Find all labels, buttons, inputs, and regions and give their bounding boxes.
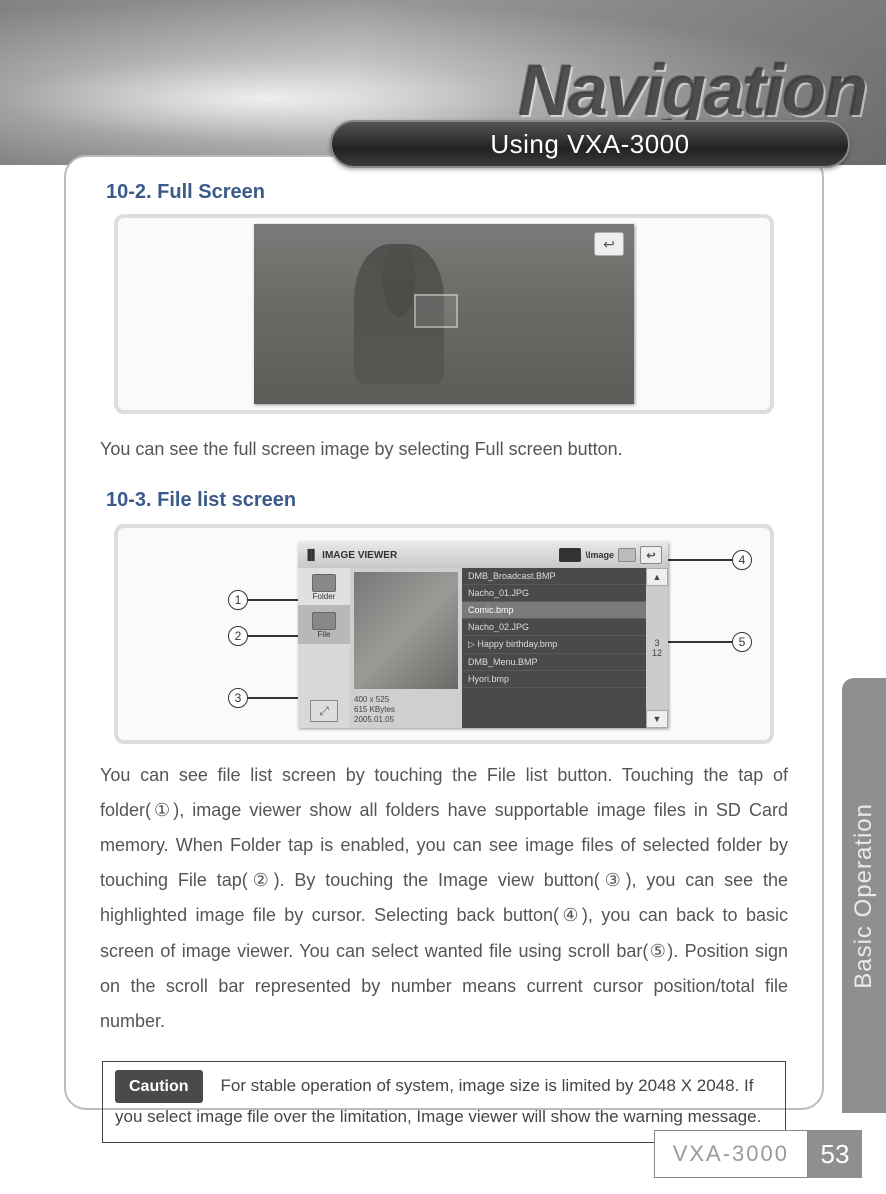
preview-image [354, 572, 458, 689]
section-heading-filelist: 10-3. File list screen [106, 489, 794, 512]
viewer-title: IMAGE VIEWER [322, 550, 397, 561]
callout-3-num: 3 [228, 688, 248, 708]
file-items: DMB_Broadcast.BMP Nacho_01.JPG Comic.bmp… [462, 568, 646, 728]
footer: VXA-3000 53 [0, 1130, 886, 1178]
scroll-track: 3 12 [646, 586, 668, 710]
fullscreen-screenshot: ↩ [254, 224, 634, 404]
list-item: ▷ Happy birthday.bmp [462, 636, 646, 654]
callout-5: 5 [666, 632, 752, 652]
scroll-total: 12 [652, 648, 662, 658]
viewer-flag-icon: ▐▌ [304, 550, 318, 561]
callout-4: 4 [666, 550, 752, 570]
back-button-icon: ↩ [640, 546, 662, 564]
list-item: Nacho_02.JPG [462, 619, 646, 636]
back-icon: ↩ [594, 232, 624, 256]
list-item: Nacho_01.JPG [462, 585, 646, 602]
file-tab-label: File [318, 630, 331, 639]
side-tabs: Folder File ⤢ [298, 568, 350, 728]
footer-model: VXA-3000 [654, 1130, 808, 1178]
fullscreen-button: ⤢ [298, 694, 350, 728]
scroll-pos: 3 [654, 638, 659, 648]
path-label: \Image [585, 550, 614, 560]
sd-icon [559, 548, 581, 562]
callout-4-num: 4 [732, 550, 752, 570]
folder-tab-label: Folder [313, 592, 336, 601]
list-item: Comic.bmp [462, 602, 646, 619]
folder-tab: Folder [298, 568, 350, 606]
scrollbar: ▲ 3 12 ▼ [646, 568, 668, 728]
file-list: DMB_Broadcast.BMP Nacho_01.JPG Comic.bmp… [462, 568, 668, 728]
callout-line [666, 641, 732, 643]
meta-size: 615 KBytes [354, 705, 458, 715]
figure-filelist: 1 2 3 4 5 ▐▌ IMAGE VIEWER \Image [114, 524, 774, 744]
preview-meta: 400 x 525 615 KBytes 2005.01.05 [350, 693, 462, 728]
preview-pane: 400 x 525 615 KBytes 2005.01.05 [350, 568, 462, 728]
content-panel: 10-2. Full Screen ↩ You can see the full… [64, 155, 824, 1110]
callout-1-num: 1 [228, 590, 248, 610]
folder-icon [312, 574, 336, 592]
sound-icon [618, 548, 636, 562]
callout-2-num: 2 [228, 626, 248, 646]
list-item: DMB_Menu.BMP [462, 654, 646, 671]
chapter-pill: Using VXA-3000 [330, 120, 850, 168]
file-icon [312, 612, 336, 630]
scroll-up-icon: ▲ [646, 568, 668, 586]
expand-icon: ⤢ [310, 700, 338, 722]
list-item: DMB_Broadcast.BMP [462, 568, 646, 585]
caution-label: Caution [115, 1070, 203, 1103]
fullscreen-description: You can see the full screen image by sel… [100, 432, 788, 467]
side-tab: Basic Operation [842, 678, 886, 1113]
figure-fullscreen: ↩ [114, 214, 774, 414]
meta-date: 2005.01.05 [354, 715, 458, 725]
viewer-titlebar: ▐▌ IMAGE VIEWER \Image ↩ [298, 542, 668, 568]
filelist-screenshot: ▐▌ IMAGE VIEWER \Image ↩ Folder File [298, 542, 668, 728]
callout-5-num: 5 [732, 632, 752, 652]
caution-text: For stable operation of system, image si… [115, 1076, 761, 1126]
section-heading-fullscreen: 10-2. Full Screen [106, 181, 794, 204]
footer-page: 53 [808, 1130, 862, 1178]
file-tab: File [298, 606, 350, 644]
scroll-down-icon: ▼ [646, 710, 668, 728]
filelist-description: You can see file list screen by touching… [100, 758, 788, 1039]
list-item: Hyori.bmp [462, 671, 646, 688]
side-tab-label: Basic Operation [850, 803, 878, 989]
callout-line [666, 559, 732, 561]
meta-dims: 400 x 525 [354, 695, 458, 705]
